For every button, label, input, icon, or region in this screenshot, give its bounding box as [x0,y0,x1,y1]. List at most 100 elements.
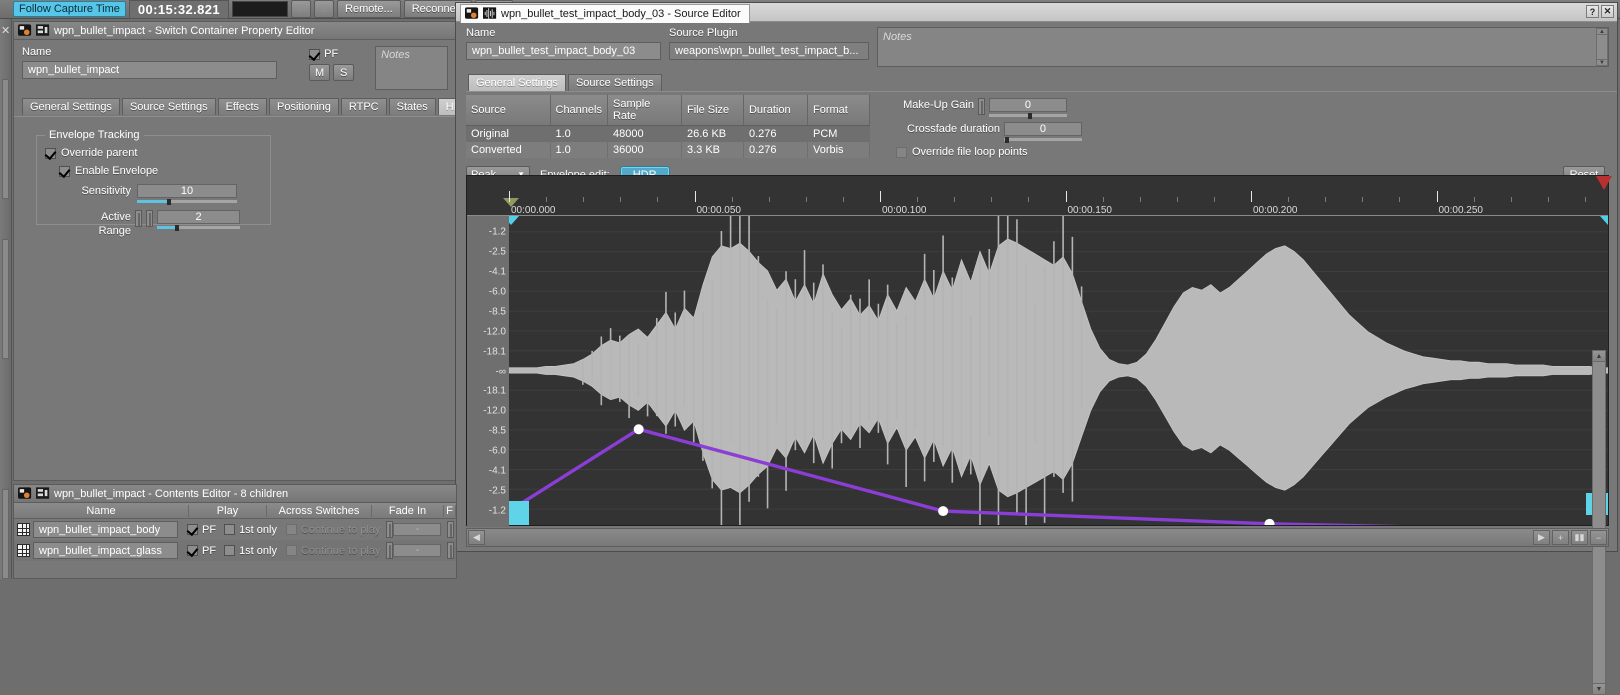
makeup-gain-knob[interactable] [1027,113,1032,119]
zoom-out-button[interactable]: − [1590,530,1607,545]
sensitivity-slider[interactable]: 10 [137,184,237,205]
dock-tab[interactable] [2,489,9,579]
override-file-loop-points-checkbox[interactable] [895,146,907,158]
pf-checkbox[interactable] [309,48,321,60]
child-name-input[interactable]: wpn_bullet_impact_glass [33,542,178,559]
scroll-up-arrow[interactable]: ▲ [1593,351,1605,362]
tab-source-settings[interactable]: Source Settings [567,74,662,91]
crossfade-duration-value[interactable]: 0 [1003,122,1082,136]
ruler-minor-tick [954,197,956,202]
crossfade-duration-knob[interactable] [1004,137,1009,143]
tab-positioning[interactable]: Positioning [269,98,339,115]
fade-in-value[interactable]: - [393,523,442,536]
column-header-play[interactable]: Play [189,504,267,517]
loop-end-marker[interactable] [1596,176,1612,190]
name-input[interactable]: wpn_bullet_impact [22,61,277,79]
scroll-down-arrow[interactable]: ▼ [1597,59,1607,66]
column-header[interactable]: Source [466,95,551,126]
column-header-across-switches[interactable]: Across Switches [267,504,372,517]
follow-capture-time-button[interactable]: Follow Capture Time [13,1,126,17]
time-ruler[interactable]: 00:00.000 00:00.050 00:00.100 00:00.150 00:0… [467,176,1612,216]
first-only-checkbox[interactable] [224,524,236,535]
list-item[interactable]: wpn_bullet_impact_glass PF 1st only Continu… [14,540,456,561]
crossfade-duration-slider[interactable]: 0 [1003,122,1082,143]
column-header-name[interactable]: Name [14,504,189,517]
scroll-up-arrow[interactable]: ▲ [1597,29,1607,35]
notes-scrollbar[interactable]: ▲ ▼ [1596,28,1608,66]
across-switches-checkbox[interactable] [285,545,297,556]
column-header[interactable]: Channels [550,95,608,126]
active-range-slider[interactable]: 2 [157,210,240,231]
source-plugin-input[interactable]: weapons\wpn_bullet_test_impact_b... [669,42,869,60]
override-parent-checkbox[interactable] [45,147,56,159]
zoom-fit-button[interactable]: ▮▮ [1571,530,1588,545]
makeup-gain-handle[interactable] [977,98,985,115]
pf-checkbox[interactable] [187,545,198,556]
range-handle-left[interactable] [135,210,142,227]
scroll-down-arrow[interactable]: ▼ [1593,683,1605,694]
dock-tab[interactable] [2,79,9,199]
source-name-input[interactable]: wpn_bullet_test_impact_body_03 [466,42,661,60]
column-header-fade-in[interactable]: Fade In [372,504,444,517]
selection-start-handle[interactable] [509,216,519,225]
waveform-editor[interactable]: 00:00.000 00:00.050 00:00.100 00:00.150 00:0… [466,175,1612,695]
waveform-plot[interactable] [509,216,1608,525]
horizontal-scrollbar[interactable]: ◀ ▶ + ▮▮ − [466,528,1609,547]
zoom-in-button[interactable]: + [1552,530,1569,545]
range-handle-right[interactable] [146,210,153,227]
across-switches-checkbox[interactable] [285,524,297,535]
fade-out-handle[interactable] [447,542,455,559]
close-button[interactable]: ✕ [1601,5,1614,18]
close-icon[interactable]: ✕ [1,24,10,37]
selection-end-handle[interactable] [1600,216,1608,225]
tab-general-settings[interactable]: General Settings [22,98,120,115]
column-header[interactable]: File Size [681,95,744,126]
ruler-minor-tick [1510,197,1512,202]
sensitivity-knob[interactable] [167,199,171,205]
makeup-gain-value[interactable]: 0 [988,98,1067,112]
mute-button[interactable]: M [291,0,312,18]
table-row[interactable]: Converted 1.0 36000 3.3 KB 0.276 Vorbis [466,141,870,158]
solo-button[interactable]: S [333,64,355,81]
crossfade-duration-track[interactable] [1003,137,1082,143]
enable-envelope-checkbox[interactable] [59,165,70,177]
sensitivity-track[interactable] [137,199,237,205]
tab-general-settings[interactable]: General Settings [468,74,566,91]
tab-states[interactable]: States [388,98,436,115]
makeup-gain-slider[interactable]: 0 [988,98,1067,119]
pf-checkbox[interactable] [187,524,198,535]
scroll-right-button[interactable]: ▶ [1533,530,1550,545]
sensitivity-value[interactable]: 10 [137,184,237,198]
tab-effects[interactable]: Effects [217,98,268,115]
column-header[interactable]: Format [807,95,870,126]
column-header-fade-out[interactable]: F [444,504,456,517]
fade-in-value[interactable]: - [393,544,442,557]
table-row[interactable]: Original 1.0 48000 26.6 KB 0.276 PCM [466,125,870,142]
dock-tab[interactable] [2,239,9,359]
active-range-value[interactable]: 2 [157,210,240,224]
vertical-scrollbar[interactable]: ▲ ▼ [1592,350,1606,695]
list-item[interactable]: wpn_bullet_impact_body PF 1st only Continue… [14,519,456,540]
scroll-left-button[interactable]: ◀ [468,530,485,545]
column-header[interactable]: Sample Rate [607,95,682,126]
fade-in-handle[interactable] [386,542,394,559]
fade-in-handle[interactable] [386,521,394,538]
column-header[interactable]: Duration [743,95,808,126]
first-only-checkbox[interactable] [224,545,236,556]
tab-source-settings[interactable]: Source Settings [121,98,216,115]
active-range-track[interactable] [157,225,240,231]
source-notes-input[interactable]: Notes [877,27,1609,67]
remote-button[interactable]: Remote... [337,0,401,18]
source-editor-tab[interactable]: wpn_bullet_test_impact_body_03 - Source … [460,3,750,23]
envelope-start-handle[interactable] [509,501,529,525]
ruler-minor-tick [1362,197,1364,202]
notes-input[interactable]: Notes [375,46,448,90]
help-button[interactable]: ? [1586,5,1599,18]
makeup-gain-track[interactable] [988,113,1067,119]
active-range-knob[interactable] [175,225,180,231]
mute-button[interactable]: M [309,64,331,81]
solo-button[interactable]: S [314,0,335,18]
fade-out-handle[interactable] [447,521,455,538]
tab-rtpc[interactable]: RTPC [340,98,387,115]
child-name-input[interactable]: wpn_bullet_impact_body [33,521,178,538]
